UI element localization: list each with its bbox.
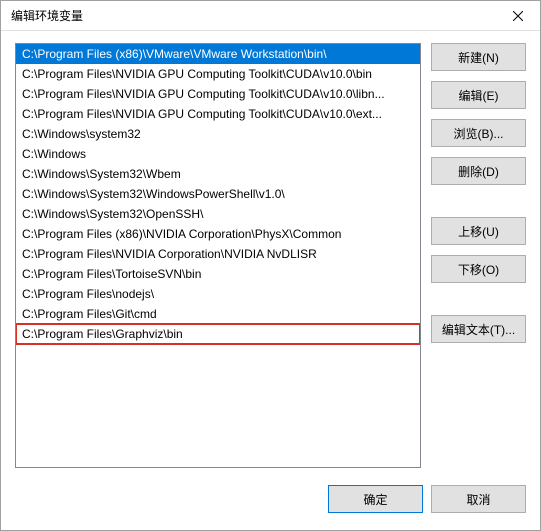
titlebar: 编辑环境变量: [1, 1, 540, 31]
movedown-button[interactable]: 下移(O): [431, 255, 526, 283]
list-item[interactable]: C:\Program Files\Graphviz\bin: [16, 324, 420, 344]
close-button[interactable]: [495, 1, 540, 30]
footer: 确定 取消: [1, 480, 540, 530]
delete-button[interactable]: 删除(D): [431, 157, 526, 185]
content-area: C:\Program Files (x86)\VMware\VMware Wor…: [1, 31, 540, 480]
list-item[interactable]: C:\Program Files\NVIDIA GPU Computing To…: [16, 64, 420, 84]
dialog-window: 编辑环境变量 C:\Program Files (x86)\VMware\VMw…: [0, 0, 541, 531]
list-item[interactable]: C:\Program Files\NVIDIA GPU Computing To…: [16, 104, 420, 124]
close-icon: [513, 11, 523, 21]
list-item[interactable]: C:\Windows\System32\Wbem: [16, 164, 420, 184]
list-item[interactable]: C:\Program Files\TortoiseSVN\bin: [16, 264, 420, 284]
list-item[interactable]: C:\Program Files\NVIDIA Corporation\NVID…: [16, 244, 420, 264]
cancel-button[interactable]: 取消: [431, 485, 526, 513]
new-button[interactable]: 新建(N): [431, 43, 526, 71]
list-item[interactable]: C:\Program Files (x86)\NVIDIA Corporatio…: [16, 224, 420, 244]
list-item[interactable]: C:\Program Files\nodejs\: [16, 284, 420, 304]
path-listbox[interactable]: C:\Program Files (x86)\VMware\VMware Wor…: [15, 43, 421, 468]
list-item[interactable]: C:\Program Files (x86)\VMware\VMware Wor…: [16, 44, 420, 64]
browse-button[interactable]: 浏览(B)...: [431, 119, 526, 147]
ok-button[interactable]: 确定: [328, 485, 423, 513]
list-item[interactable]: C:\Windows\System32\WindowsPowerShell\v1…: [16, 184, 420, 204]
list-item[interactable]: C:\Windows\System32\OpenSSH\: [16, 204, 420, 224]
list-item[interactable]: C:\Program Files\NVIDIA GPU Computing To…: [16, 84, 420, 104]
edit-button[interactable]: 编辑(E): [431, 81, 526, 109]
edittext-button[interactable]: 编辑文本(T)...: [431, 315, 526, 343]
button-column: 新建(N) 编辑(E) 浏览(B)... 删除(D) 上移(U) 下移(O) 编…: [431, 43, 526, 468]
window-title: 编辑环境变量: [11, 7, 83, 24]
list-item[interactable]: C:\Windows\system32: [16, 124, 420, 144]
moveup-button[interactable]: 上移(U): [431, 217, 526, 245]
list-item[interactable]: C:\Windows: [16, 144, 420, 164]
list-item[interactable]: C:\Program Files\Git\cmd: [16, 304, 420, 324]
